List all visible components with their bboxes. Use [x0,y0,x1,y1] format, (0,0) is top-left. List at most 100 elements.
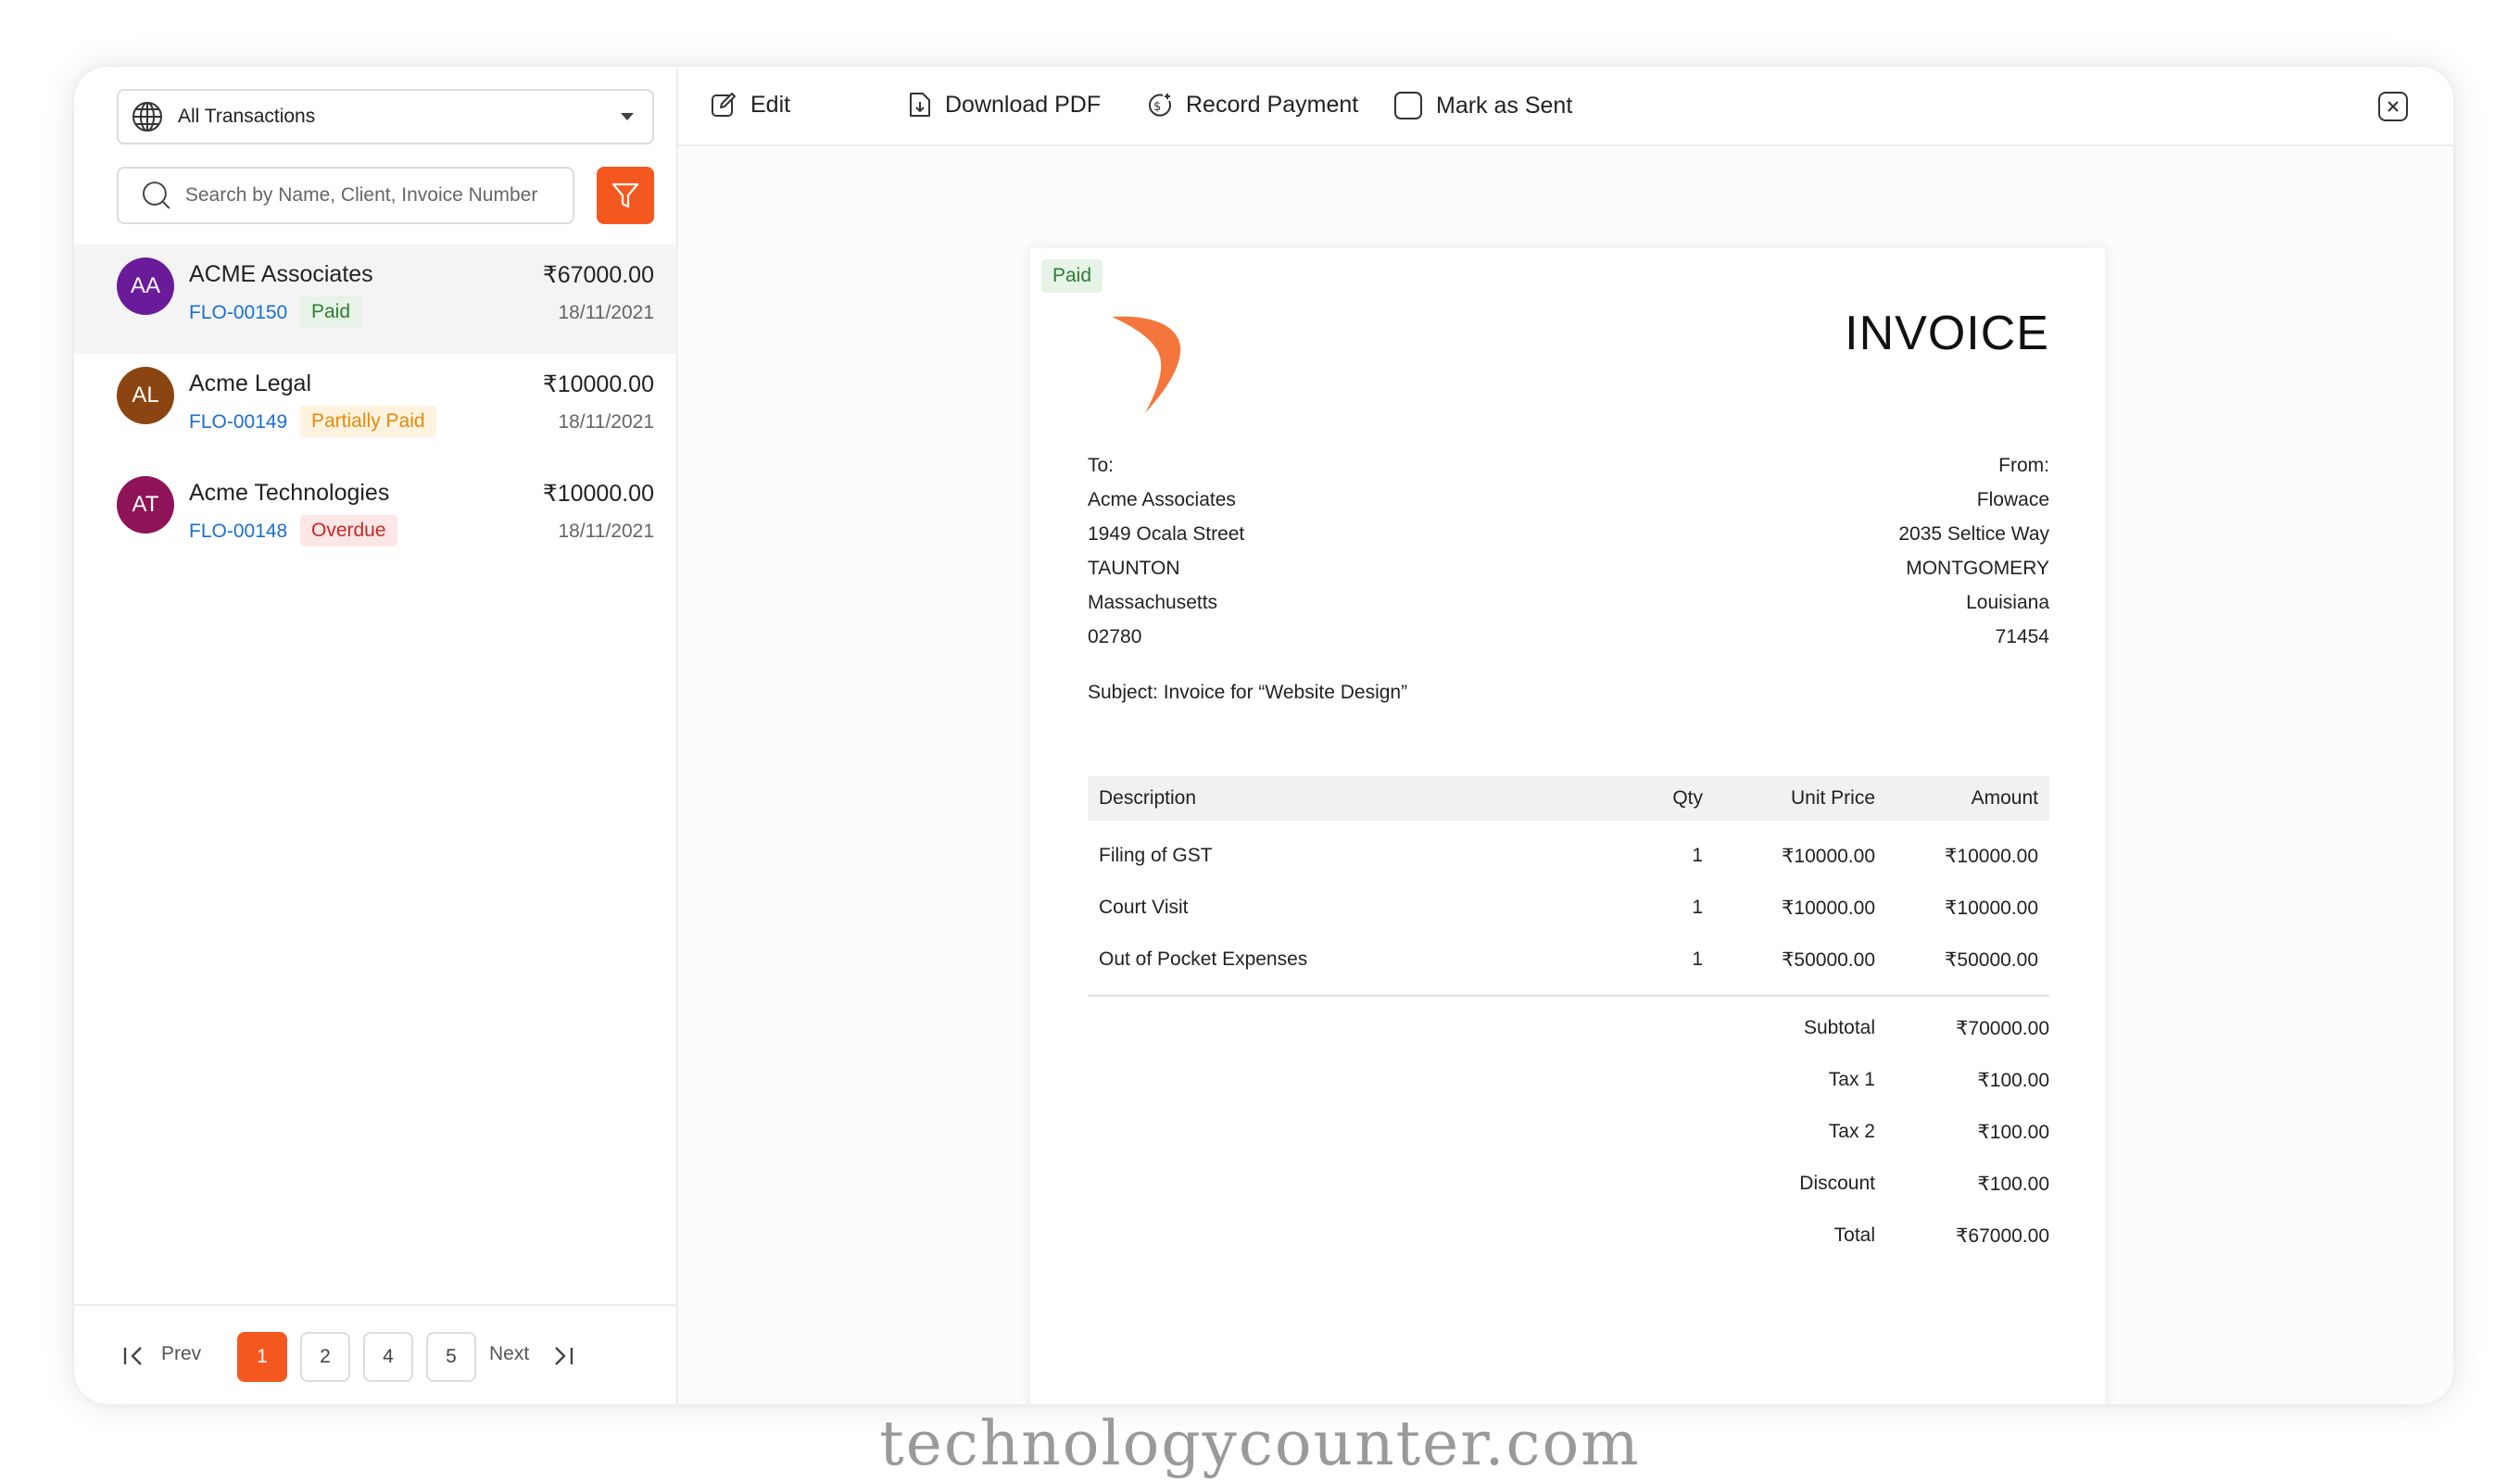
svg-text:$: $ [1153,100,1161,114]
transaction-invoice-number[interactable]: FLO-00150 [189,302,287,324]
transaction-invoice-number[interactable]: FLO-00149 [189,411,287,433]
transaction-invoice-number[interactable]: FLO-00148 [189,521,287,543]
search-input[interactable] [184,184,573,207]
transaction-date: 18/11/2021 [558,411,654,433]
table-row: Filing of GST 1 ₹10000.00 ₹10000.00 [1088,835,2049,873]
close-icon[interactable] [2377,91,2409,122]
table-row: Court Visit 1 ₹10000.00 ₹10000.00 [1088,887,2049,924]
checkbox-icon [1394,92,1422,119]
transaction-client-name: ACME Associates [189,261,373,287]
item-amount: ₹10000.00 [1945,846,2038,867]
column-header-description: Description [1099,787,1197,809]
invoice-preview-area: Paid INVOICE To: Acme Associates 1949 Oc… [678,148,2453,1404]
item-qty: 1 [1692,845,1703,866]
avatar: AT [117,476,174,534]
bill-from-address: From: Flowace 2035 Seltice Way MONTGOMER… [1898,448,2049,654]
total-value: ₹100.00 [1977,1070,2049,1091]
last-page-icon[interactable] [550,1345,574,1367]
avatar: AA [117,257,174,315]
transaction-date: 18/11/2021 [558,521,654,542]
page-button-1[interactable]: 1 [237,1332,287,1382]
prev-page-button[interactable]: Prev [161,1343,201,1365]
total-row-tax1: Tax 1 ₹100.00 [1088,1060,2049,1097]
bill-to-address: To: Acme Associates 1949 Ocala Street TA… [1088,448,1244,654]
invoice-title: INVOICE [1845,307,2049,360]
to-city: TAUNTON [1088,558,1180,579]
to-zip: 02780 [1088,626,1142,647]
first-page-icon[interactable] [122,1345,146,1367]
item-description: Out of Pocket Expenses [1099,948,1308,970]
total-row-discount: Discount ₹100.00 [1088,1163,2049,1200]
total-label: Discount [1799,1173,1875,1194]
total-value: ₹70000.00 [1956,1018,2049,1039]
mark-as-sent-label: Mark as Sent [1436,92,1573,119]
status-badge: Partially Paid [300,406,436,437]
watermark: technologycounter.com [879,1408,1641,1479]
invoice-toolbar: Edit Download PDF $ Record Payment Mark [678,67,2453,146]
total-row-tax2: Tax 2 ₹100.00 [1088,1112,2049,1149]
page-button-2[interactable]: 2 [300,1332,350,1382]
transaction-list: AA ACME Associates ₹67000.00 FLO-00150 P… [74,245,676,572]
search-icon [142,182,170,209]
from-street: 2035 Seltice Way [1898,523,2049,545]
item-description: Court Visit [1099,897,1189,918]
edit-button[interactable]: Edit [710,91,790,119]
total-label: Tax 1 [1828,1069,1875,1090]
transaction-client-name: Acme Legal [189,370,312,396]
total-label: Tax 2 [1828,1121,1875,1142]
download-pdf-label: Download PDF [945,91,1102,118]
filter-button[interactable] [597,167,654,224]
total-row-subtotal: Subtotal ₹70000.00 [1088,1008,2049,1045]
items-table-header: Description Qty Unit Price Amount [1088,776,2049,821]
total-value: ₹100.00 [1977,1174,2049,1195]
to-name: Acme Associates [1088,489,1236,510]
flowace-logo [1112,316,1181,413]
invoice-document: Paid INVOICE To: Acme Associates 1949 Oc… [1030,248,2105,1404]
item-qty: 1 [1692,948,1703,970]
item-unit-price: ₹10000.00 [1782,846,1875,867]
total-label: Subtotal [1803,1017,1875,1038]
record-payment-button[interactable]: $ Record Payment [1145,91,1358,119]
from-name: Flowace [1976,489,2049,510]
record-payment-label: Record Payment [1186,91,1359,118]
item-amount: ₹10000.00 [1945,898,2038,919]
transaction-filter-select[interactable]: All Transactions [117,89,654,144]
page-button-5[interactable]: 5 [426,1332,476,1382]
download-pdf-button[interactable]: Download PDF [908,91,1101,119]
transaction-item[interactable]: AT Acme Technologies ₹10000.00 FLO-00148… [74,463,676,572]
avatar: AL [117,367,174,424]
divider [1088,995,2049,997]
total-row-total: Total ₹67000.00 [1088,1215,2049,1252]
transaction-amount: ₹10000.00 [542,371,654,397]
from-city: MONTGOMERY [1906,558,2049,579]
item-qty: 1 [1692,897,1703,918]
invoice-subject: Subject: Invoice for “Website Design” [1088,682,1408,703]
file-download-icon [910,93,930,117]
table-row: Out of Pocket Expenses 1 ₹50000.00 ₹5000… [1088,939,2049,976]
column-header-unit-price: Unit Price [1790,787,1875,809]
filter-icon [611,182,639,208]
sidebar: All Transactions AA ACME Associates ₹670… [74,67,678,1404]
pagination: Prev 1 2 4 5 Next [74,1304,676,1404]
item-amount: ₹50000.00 [1945,949,2038,971]
payment-icon: $ [1149,94,1171,117]
item-unit-price: ₹10000.00 [1782,898,1875,919]
status-badge: Overdue [300,515,397,546]
transaction-item[interactable]: AL Acme Legal ₹10000.00 FLO-00149 Partia… [74,354,676,463]
total-label: Total [1833,1225,1875,1246]
total-value: ₹67000.00 [1956,1225,2049,1247]
from-state: Louisiana [1966,592,2049,613]
to-label: To: [1088,455,1115,476]
total-value: ₹100.00 [1977,1122,2049,1143]
page-button-4[interactable]: 4 [363,1332,413,1382]
item-description: Filing of GST [1099,845,1213,866]
app-window: All Transactions AA ACME Associates ₹670… [74,67,2453,1404]
to-state: Massachusetts [1088,592,1218,613]
transaction-item[interactable]: AA ACME Associates ₹67000.00 FLO-00150 P… [74,245,676,354]
column-header-amount: Amount [1971,787,2038,809]
from-zip: 71454 [1995,626,2049,647]
next-page-button[interactable]: Next [489,1343,529,1365]
transaction-filter-value: All Transactions [178,106,316,127]
search-box [117,167,574,224]
mark-as-sent-checkbox[interactable]: Mark as Sent [1393,91,1572,120]
